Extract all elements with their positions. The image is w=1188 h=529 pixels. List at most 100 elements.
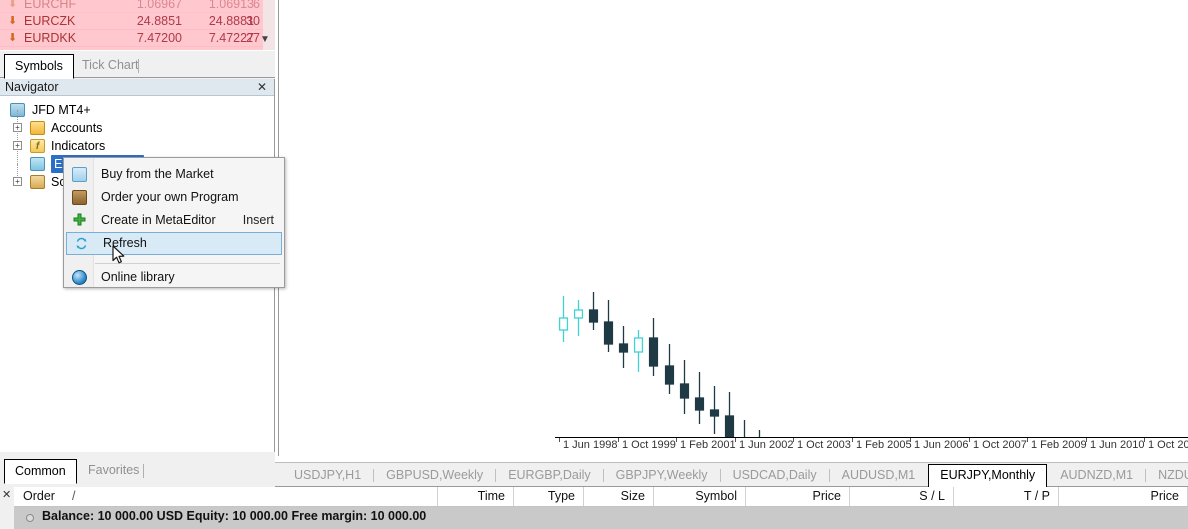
tab-separator	[138, 59, 139, 73]
chart-tabbar: USDJPY,H1 GBPUSD,Weekly EURGBP,Daily GBPJPY…	[275, 462, 1188, 488]
x-axis-tick-label: 1 Oct 2003	[797, 439, 851, 451]
menu-item-online-library[interactable]: Online library	[64, 266, 284, 289]
tab-symbols[interactable]: Symbols	[4, 54, 74, 79]
chart-tab-separator	[495, 469, 497, 482]
tab-common[interactable]: Common	[4, 459, 77, 484]
tree-item-indicators[interactable]: + f Indicators	[4, 128, 274, 155]
menu-item-accelerator: Insert	[242, 213, 274, 227]
chart-tab-separator	[719, 469, 721, 482]
briefcase-icon	[72, 190, 87, 205]
market-watch-row[interactable]: ⬇ EURDKK 7.47200 7.47227 27	[0, 30, 275, 47]
x-axis-tick-label: 1 Oct 1999	[622, 439, 676, 451]
terminal-column-price[interactable]: Price	[1059, 487, 1188, 506]
x-axis-tick-label: 1 Feb 2001	[680, 439, 736, 451]
x-axis-tick-label: 1 Jun 2006	[914, 439, 969, 451]
refresh-icon	[74, 236, 89, 251]
chart-tab-usdcad-daily[interactable]: USDCAD,Daily	[722, 465, 828, 487]
terminal-column-type[interactable]: Type	[514, 487, 584, 506]
market-watch-symbol: EURDKK	[24, 31, 77, 45]
chart-tab-nzdusd-m1[interactable]: NZDUSD,M1	[1147, 465, 1188, 487]
globe-icon	[72, 270, 87, 285]
chevron-down-icon[interactable]: ▼	[257, 30, 273, 48]
tab-favorites[interactable]: Favorites	[78, 459, 149, 483]
market-watch-bid: 7.47200	[136, 31, 182, 45]
menu-item-order-your-own-program[interactable]: Order your own Program	[64, 186, 284, 209]
market-watch-bid: 1.06967	[136, 0, 182, 11]
down-arrow-icon: ⬇	[8, 15, 18, 27]
account-summary-label: Balance: 10 000.00 USD Equity: 10 000.00…	[42, 509, 427, 523]
terminal-column-symbol[interactable]: Symbol	[654, 487, 746, 506]
market-watch-tabbar: Symbols Tick Chart	[0, 50, 275, 79]
tree-item-label: Indicators	[51, 139, 106, 153]
chart-tab-audnzd-m1[interactable]: AUDNZD,M1	[1049, 465, 1144, 487]
chart-tab-usdjpy-h1[interactable]: USDJPY,H1	[283, 465, 372, 487]
down-arrow-icon: ⬇	[8, 0, 18, 10]
terminal-column-time[interactable]: Time	[438, 487, 514, 506]
chart-panel[interactable]: 1 Jun 1998 1 Oct 1999 1 Feb 2001 1 Jun 2002…	[275, 0, 1188, 462]
chart-tab-audusd-m1[interactable]: AUDUSD,M1	[831, 465, 927, 487]
context-menu[interactable]: Buy from the Market Order your own Progr…	[63, 157, 285, 288]
tree-item-jfd-mt4[interactable]: JFD MT4+	[4, 101, 274, 119]
market-watch-symbol: EURCHF	[24, 0, 77, 11]
menu-item-label: Order your own Program	[101, 190, 239, 204]
tree-item-label: JFD MT4+	[32, 103, 91, 117]
sort-indicator-icon: /	[72, 489, 76, 503]
close-icon[interactable]: ✕	[255, 79, 269, 96]
chart-x-axis: 1 Jun 1998 1 Oct 1999 1 Feb 2001 1 Jun 2002…	[555, 437, 1188, 456]
accounts-icon	[30, 121, 45, 135]
chart-tab-eurgbp-daily[interactable]: EURGBP,Daily	[497, 465, 601, 487]
indicators-icon: f	[30, 139, 45, 153]
menu-item-buy-from-the-market[interactable]: Buy from the Market	[64, 163, 284, 186]
menu-item-label: Online library	[101, 270, 175, 284]
x-axis-tick-label: 1 Feb 2005	[856, 439, 912, 451]
experts-icon	[30, 157, 45, 171]
chart-tab-gbpusd-weekly[interactable]: GBPUSD,Weekly	[375, 465, 494, 487]
market-watch-row[interactable]: ⬇ EURCZK 24.8851 24.8881 30	[0, 13, 275, 30]
market-watch-row[interactable]: ⬇ EURCHF 1.06967 1.06913 6	[0, 0, 275, 13]
menu-item-create-in-metaeditor[interactable]: Create in MetaEditor Insert	[64, 209, 284, 232]
terminal-panel: ✕ Order / Time Type Size Symbol Price S / LT / …	[0, 487, 1188, 529]
plus-icon	[72, 213, 87, 228]
market-watch-bid: 24.8851	[136, 14, 182, 28]
terminal-column-header: Order / Time Type Size Symbol Price S / LT / PP…	[14, 487, 1188, 507]
terminal-column-t-p[interactable]: T / P	[954, 487, 1059, 506]
chart-plot-area[interactable]	[555, 0, 1188, 437]
tree-item-label: Accounts	[51, 121, 103, 135]
market-watch-panel[interactable]: ⬇ EURCHF 1.06967 1.06913 6 ⬇ EURCZK 24.8…	[0, 0, 275, 50]
terminal-column-price[interactable]: Price	[746, 487, 850, 506]
candlestick-chart	[558, 292, 761, 437]
x-axis-tick-label: 1 Feb 2009	[1031, 439, 1087, 451]
x-axis-tick-label: 1 Oct 2007	[973, 439, 1027, 451]
down-arrow-icon: ⬇	[8, 32, 18, 44]
menu-item-label: Buy from the Market	[101, 167, 214, 181]
close-icon[interactable]: ✕	[2, 488, 11, 501]
terminal-column-s-l[interactable]: S / L	[850, 487, 954, 506]
terminal-column-order[interactable]: Order /	[14, 487, 438, 506]
x-axis-tick-label: 1 Jun 2010	[1090, 439, 1145, 451]
market-watch-symbol: EURCZK	[24, 14, 76, 28]
expand-icon[interactable]: +	[13, 177, 22, 186]
menu-item-label: Refresh	[103, 236, 147, 250]
tree-item-accounts[interactable]: + Accounts	[4, 110, 274, 137]
navigator-tabbar: Common Favorites	[0, 456, 275, 484]
tree-connector	[17, 146, 18, 164]
navigator-titlebar: Navigator ✕	[0, 79, 274, 96]
expand-toggle-icon[interactable]	[26, 514, 34, 522]
mt4-application-window: ⬇ EURCHF 1.06967 1.06913 6 ⬇ EURCZK 24.8…	[0, 0, 1188, 529]
market-watch-spread: 27	[246, 31, 260, 45]
chart-tab-separator	[828, 469, 830, 482]
x-axis-tick-label: 1 Oct 2011	[1148, 439, 1188, 451]
terminal-summary-row[interactable]: Balance: 10 000.00 USD Equity: 10 000.00…	[14, 507, 1188, 529]
x-axis-tick-label: 1 Jun 2002	[739, 439, 794, 451]
chart-tab-gbpjpy-weekly[interactable]: GBPJPY,Weekly	[605, 465, 719, 487]
scripts-icon	[30, 175, 45, 189]
navigator-title-label: Navigator	[5, 80, 59, 94]
chart-tab-eurjpy-monthly[interactable]: EURJPY,Monthly	[928, 464, 1048, 488]
terminal-column-size[interactable]: Size	[584, 487, 654, 506]
market-watch-spread: 6	[253, 0, 260, 11]
menu-item-refresh[interactable]: Refresh	[66, 232, 282, 255]
menu-separator	[95, 263, 280, 264]
terminal-closebar: ✕	[0, 487, 14, 529]
tab-separator	[143, 464, 144, 478]
chart-tab-separator	[1145, 469, 1147, 482]
